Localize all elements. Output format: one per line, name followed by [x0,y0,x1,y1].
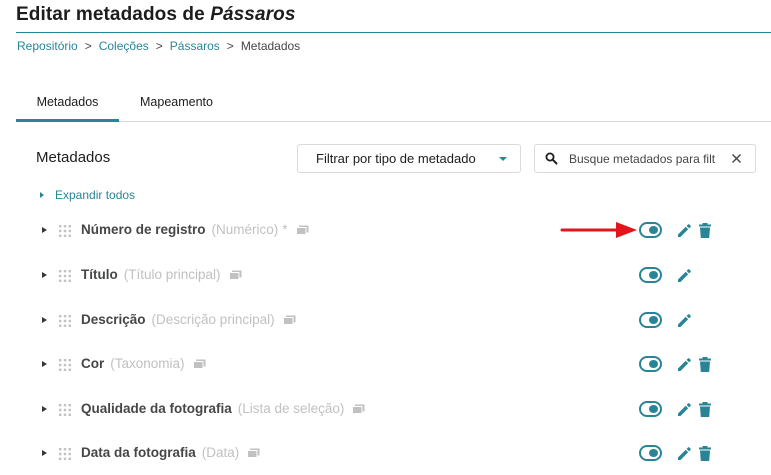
breadcrumb-current: Metadados [240,39,301,53]
visibility-toggle[interactable] [639,445,662,461]
tab-bar: Metadados Mapeamento [16,88,771,122]
required-marker: * [282,222,288,237]
filter-by-type-dropdown[interactable]: Filtrar por tipo de metadado [297,144,521,173]
toggle-knob [649,316,658,324]
trash-icon[interactable] [698,401,712,418]
metadata-name: Título [81,267,118,282]
chevron-right-icon [40,192,44,198]
drag-handle-icon[interactable] [58,447,72,461]
trash-icon[interactable] [698,222,712,239]
visibility-toggle[interactable] [639,356,662,372]
page-title: Editar metadados de Pássaros [16,4,296,26]
breadcrumb-separator: > [226,39,234,53]
visibility-toggle[interactable] [639,401,662,417]
folder-icon [247,448,260,459]
metadata-row: Qualidade da fotografia (Lista de seleção… [36,398,736,422]
metadata-name: Qualidade da fotografia [81,401,232,416]
page-title-prefix: Editar metadados de [16,4,205,25]
section-title: Metadados [36,149,111,166]
metadata-label: Número de registro (Numérico) * [81,222,309,237]
breadcrumb-separator: > [84,39,92,53]
metadata-row: Data da fotografia (Data) [36,442,736,466]
drag-handle-icon[interactable] [58,224,72,238]
chevron-down-icon [499,157,507,161]
chevron-right-icon[interactable] [42,272,47,278]
annotation-arrow-icon [560,222,637,238]
pencil-icon[interactable] [676,267,693,284]
toggle-knob [649,449,658,457]
metadata-type: (Título principal) [123,267,221,282]
trash-icon[interactable] [698,356,712,373]
toggle-knob [649,360,658,368]
visibility-toggle[interactable] [639,312,662,328]
pencil-icon[interactable] [676,222,693,239]
breadcrumb-colecoes[interactable]: Coleções [99,39,149,53]
metadata-name: Descrição [81,312,146,327]
folder-icon [352,404,365,415]
metadata-label: Descrição (Descrição principal) [81,312,296,327]
drag-handle-icon[interactable] [58,314,72,328]
page-title-collection: Pássaros [210,4,296,25]
expand-all-link[interactable]: Expandir todos [40,188,135,202]
chevron-right-icon[interactable] [42,406,47,412]
breadcrumb: Repositório > Coleções > Pássaros > Meta… [17,39,300,53]
filter-by-type-label: Filtrar por tipo de metadado [316,151,476,166]
metadata-row: Título (Título principal) [36,264,736,288]
metadata-type: (Taxonomia) [110,356,185,371]
search-box [534,144,756,173]
folder-icon [228,270,242,281]
breadcrumb-repositorio[interactable]: Repositório [17,39,78,53]
tab-mapeamento[interactable]: Mapeamento [119,88,234,122]
drag-handle-icon[interactable] [58,403,72,417]
breadcrumb-separator: > [155,39,163,53]
toggle-knob [649,271,658,279]
pencil-icon[interactable] [676,401,693,418]
metadata-name: Data da fotografia [81,445,196,460]
title-divider [16,32,771,33]
trash-icon[interactable] [698,445,712,462]
folder-icon [295,225,309,236]
search-input[interactable] [569,149,721,169]
metadata-type: (Descrição principal) [151,312,275,327]
chevron-right-icon[interactable] [42,361,47,367]
chevron-right-icon[interactable] [42,450,47,456]
metadata-label: Qualidade da fotografia (Lista de seleção… [81,401,365,416]
drag-handle-icon[interactable] [58,269,72,283]
metadata-label: Cor (Taxonomia) [81,356,206,371]
metadata-name: Número de registro [81,222,206,237]
visibility-toggle[interactable] [639,267,662,283]
toggle-knob [649,405,658,413]
drag-handle-icon[interactable] [58,358,72,372]
metadata-label: Título (Título principal) [81,267,242,282]
chevron-right-icon[interactable] [42,227,47,233]
breadcrumb-passaros[interactable]: Pássaros [170,39,220,53]
search-icon [545,152,558,165]
metadata-row: Descrição (Descrição principal) [36,309,736,333]
metadata-name: Cor [81,356,105,371]
metadata-row: Cor (Taxonomia) [36,353,736,377]
close-icon[interactable] [730,152,743,165]
chevron-right-icon[interactable] [42,317,47,323]
metadata-type: (Data) [201,445,240,460]
expand-all-label: Expandir todos [55,188,136,202]
metadata-type: (Numérico) [211,222,279,237]
pencil-icon[interactable] [676,312,693,329]
folder-icon [192,359,206,370]
visibility-toggle[interactable] [639,222,662,238]
toggle-knob [649,226,658,234]
pencil-icon[interactable] [676,356,693,373]
tab-metadados[interactable]: Metadados [16,88,119,122]
metadata-type: (Lista de seleção) [237,401,345,416]
pencil-icon[interactable] [676,445,693,462]
folder-icon [282,315,296,326]
metadata-label: Data da fotografia (Data) [81,445,260,460]
